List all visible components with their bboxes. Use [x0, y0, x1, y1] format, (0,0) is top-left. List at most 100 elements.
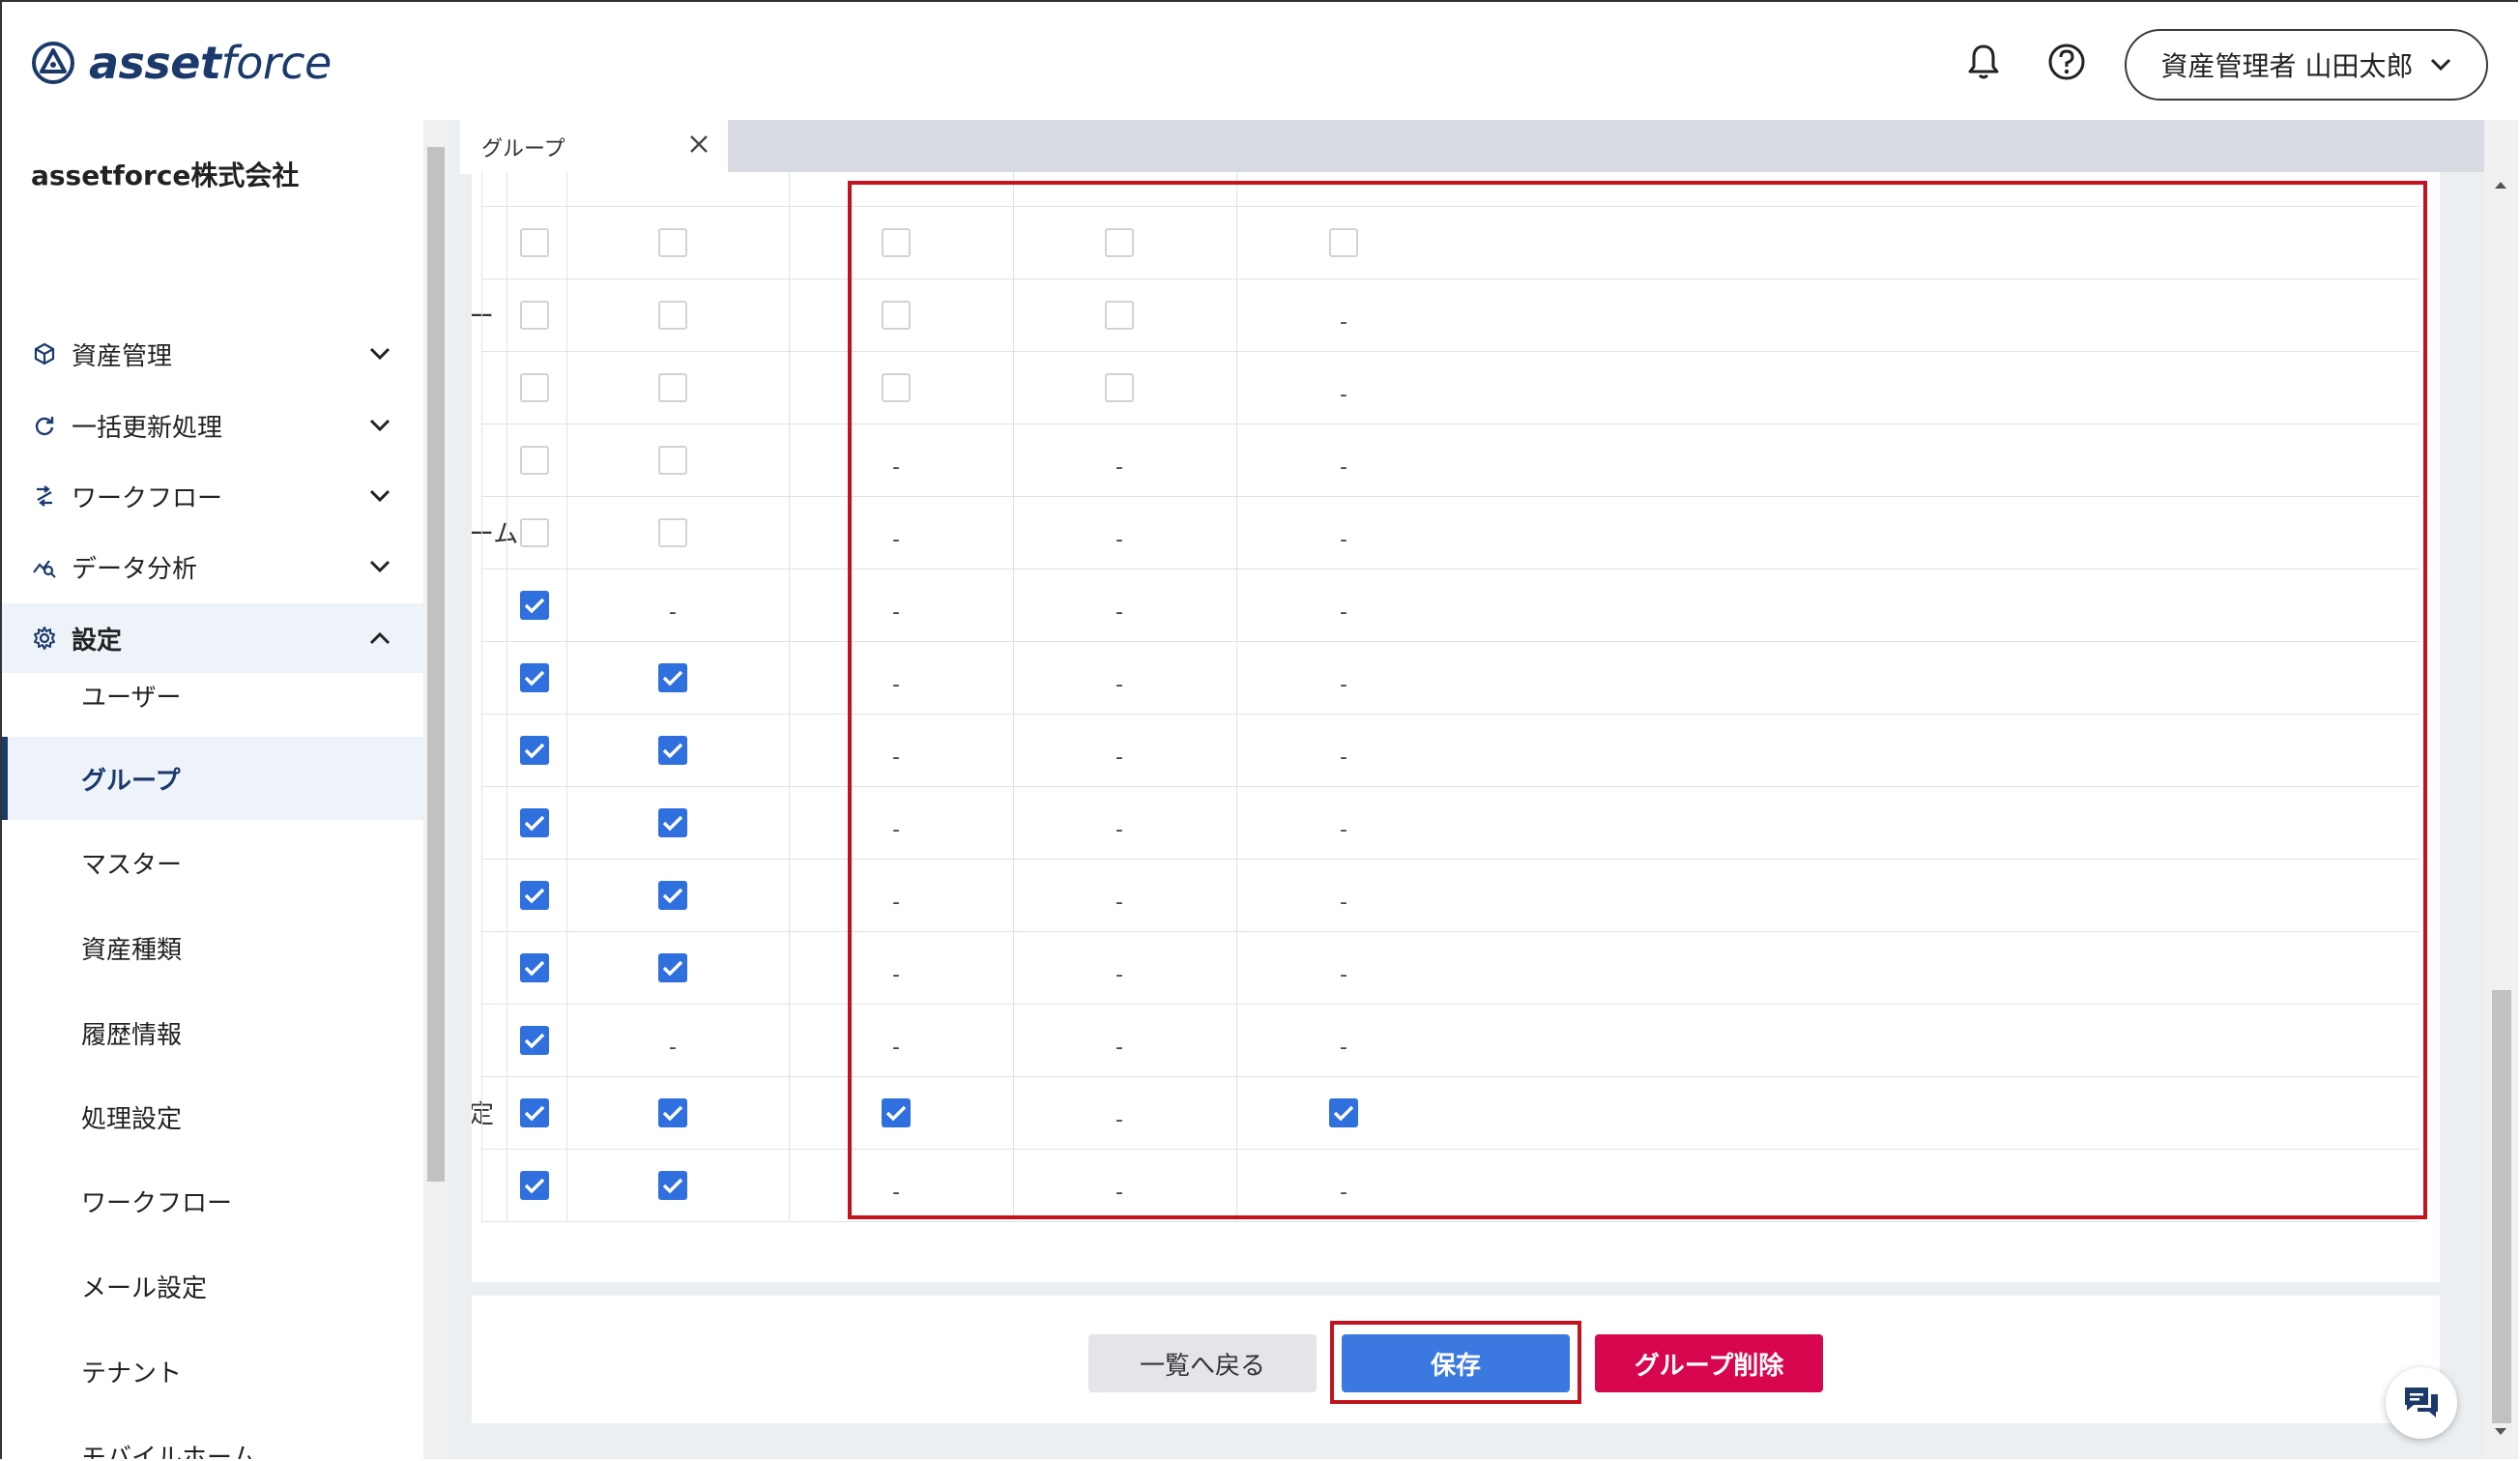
- checkbox-checked[interactable]: [658, 1097, 687, 1127]
- permission-cell: [644, 496, 702, 569]
- item-label: 履歴情報: [81, 1020, 183, 1050]
- nav-data-analysis[interactable]: データ分析: [2, 532, 423, 601]
- sidebar-scrollbar[interactable]: [423, 120, 449, 1459]
- check-icon: [524, 815, 545, 831]
- permission-cell: [644, 931, 702, 1004]
- scroll-up-icon[interactable]: [2493, 180, 2508, 190]
- checkbox-unchecked[interactable]: [520, 445, 549, 475]
- checkbox-unchecked[interactable]: [520, 300, 549, 330]
- dash-text: -: [669, 1036, 677, 1060]
- nav-label: ワークフロー: [72, 483, 223, 513]
- settings-item-mail[interactable]: メール設定: [2, 1244, 423, 1328]
- checkbox-checked[interactable]: [520, 735, 549, 765]
- settings-item-groups[interactable]: グループ: [2, 737, 423, 820]
- permission-cell: [506, 278, 564, 351]
- permission-cell: [644, 206, 702, 278]
- checkbox-checked[interactable]: [658, 1170, 687, 1200]
- check-icon: [524, 670, 545, 686]
- checkbox-unchecked[interactable]: [520, 517, 549, 547]
- item-label: グループ: [81, 766, 181, 796]
- checkbox-checked[interactable]: [520, 952, 549, 982]
- permission-cell: [506, 424, 564, 496]
- chevron-down-icon: [365, 552, 394, 581]
- dash-text: -: [669, 600, 677, 625]
- checkbox-unchecked[interactable]: [658, 300, 687, 330]
- close-icon[interactable]: [688, 133, 710, 161]
- checkbox-checked[interactable]: [520, 1097, 549, 1127]
- nav-workflow[interactable]: ワークフロー: [2, 461, 423, 531]
- item-label: ワークフロー: [81, 1188, 233, 1218]
- settings-item-workflow[interactable]: ワークフロー: [2, 1159, 423, 1242]
- tab-group[interactable]: グループ: [460, 120, 728, 174]
- settings-item-tenant[interactable]: テナント: [2, 1330, 423, 1413]
- checkbox-checked[interactable]: [520, 807, 549, 837]
- bell-icon[interactable]: [1960, 39, 2007, 85]
- settings-item-mobile-home[interactable]: モバイルホーム: [2, 1414, 423, 1460]
- permission-cell: [506, 786, 564, 859]
- delete-group-button[interactable]: グループ削除: [1595, 1334, 1823, 1392]
- check-icon: [524, 960, 545, 976]
- user-name: 資産管理者 山田太郎: [2160, 50, 2414, 82]
- chevron-down-icon: [365, 339, 394, 368]
- empty-cell: -: [644, 1004, 702, 1076]
- item-label: メール設定: [81, 1273, 208, 1303]
- checkbox-unchecked[interactable]: [658, 517, 687, 547]
- permission-cell: [506, 714, 564, 786]
- row-label: ワークフロー: [472, 303, 495, 332]
- row-label: 検索条件設定: [472, 1100, 495, 1129]
- permission-cell: [644, 859, 702, 931]
- checkbox-checked[interactable]: [658, 880, 687, 910]
- main-scrollbar[interactable]: [2484, 120, 2518, 1459]
- permission-cell: [506, 1004, 564, 1076]
- settings-item-history[interactable]: 履歴情報: [2, 991, 423, 1074]
- checkbox-checked[interactable]: [658, 662, 687, 692]
- permission-cell: [644, 714, 702, 786]
- nav-bulk-update[interactable]: 一括更新処理: [2, 391, 423, 460]
- permission-cell: [644, 641, 702, 714]
- user-menu-button[interactable]: 資産管理者 山田太郎: [2125, 29, 2488, 101]
- checkbox-unchecked[interactable]: [520, 227, 549, 257]
- chat-icon[interactable]: [2386, 1367, 2457, 1439]
- permission-cell: [644, 278, 702, 351]
- checkbox-checked[interactable]: [520, 590, 549, 620]
- settings-item-users[interactable]: ユーザー: [2, 654, 423, 737]
- nav-asset-management[interactable]: 資産管理: [2, 319, 423, 389]
- checkbox-unchecked[interactable]: [658, 372, 687, 402]
- chevron-down-icon: [2431, 58, 2451, 72]
- checkbox-checked[interactable]: [658, 807, 687, 837]
- check-icon: [524, 1033, 545, 1048]
- check-icon: [662, 888, 683, 903]
- checkbox-checked[interactable]: [520, 1170, 549, 1200]
- back-to-list-button[interactable]: 一覧へ戻る: [1088, 1334, 1317, 1392]
- permission-cell: [506, 641, 564, 714]
- permission-cell: [506, 496, 564, 569]
- check-icon: [524, 743, 545, 758]
- scrollbar-thumb[interactable]: [2492, 990, 2511, 1423]
- highlight-frame: [848, 181, 2427, 1219]
- scrollbar-thumb[interactable]: [427, 147, 445, 1182]
- permission-cell: [644, 351, 702, 424]
- logo[interactable]: assetforce: [31, 37, 332, 89]
- permission-cell: [506, 569, 564, 641]
- refresh-icon: [31, 412, 58, 439]
- checkbox-checked[interactable]: [658, 735, 687, 765]
- settings-item-asset-types[interactable]: 資産種類: [2, 906, 423, 989]
- permission-cell: [506, 1149, 564, 1221]
- checkbox-checked[interactable]: [520, 662, 549, 692]
- settings-item-processing[interactable]: 処理設定: [2, 1075, 423, 1158]
- nav-label: 資産管理: [72, 341, 173, 371]
- item-label: 処理設定: [81, 1104, 183, 1134]
- question-circle-icon[interactable]: [2043, 39, 2090, 85]
- checkbox-unchecked[interactable]: [520, 372, 549, 402]
- permission-cell: [506, 859, 564, 931]
- logo-text: assetforce: [89, 37, 332, 89]
- settings-item-master[interactable]: マスター: [2, 821, 423, 904]
- checkbox-unchecked[interactable]: [658, 227, 687, 257]
- item-label: マスター: [81, 850, 183, 880]
- scroll-down-icon[interactable]: [2493, 1427, 2508, 1437]
- checkbox-unchecked[interactable]: [658, 445, 687, 475]
- app-header: assetforce 資産管理者 山田太郎: [2, 2, 2518, 122]
- checkbox-checked[interactable]: [658, 952, 687, 982]
- checkbox-checked[interactable]: [520, 880, 549, 910]
- checkbox-checked[interactable]: [520, 1025, 549, 1055]
